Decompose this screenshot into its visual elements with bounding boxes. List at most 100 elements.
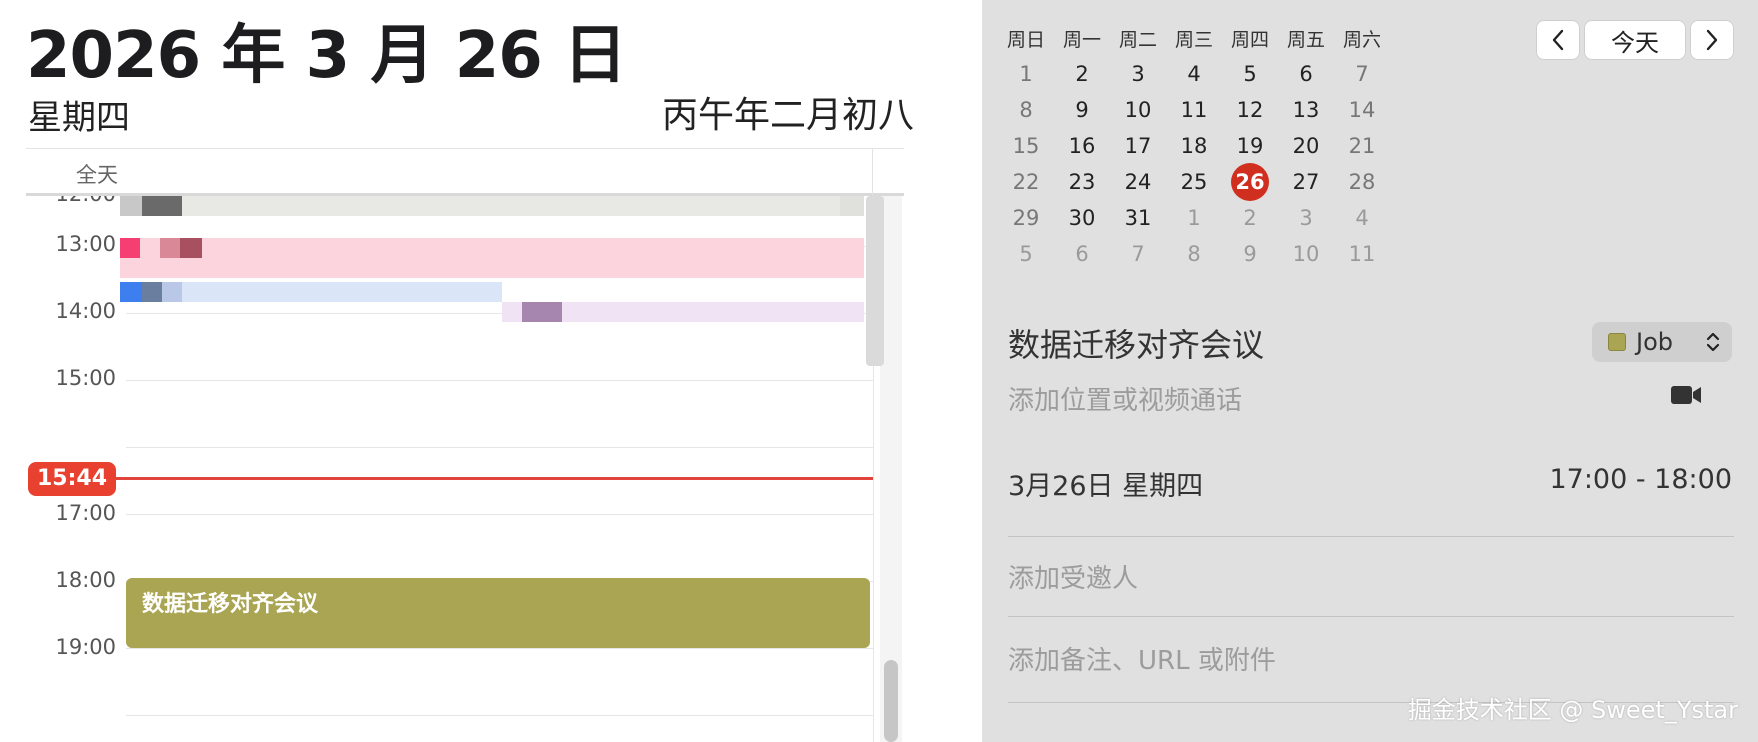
weekday-header: 周三 (1174, 28, 1213, 51)
day-number: 4 (1187, 62, 1201, 86)
mini-calendar-day[interactable]: 18 (1166, 134, 1222, 158)
weekday-header: 周一 (1062, 28, 1101, 51)
mini-calendar-today[interactable]: 26 (1222, 163, 1278, 201)
next-button[interactable] (1690, 20, 1734, 60)
day-number: 5 (1243, 62, 1257, 86)
mini-calendar-day[interactable]: 12 (1222, 98, 1278, 122)
mini-calendar-day[interactable]: 3 (1278, 206, 1334, 230)
redacted-event-pixel (120, 238, 140, 258)
mini-calendar-day[interactable]: 14 (1334, 98, 1390, 122)
mini-calendar-day[interactable]: 31 (1110, 206, 1166, 230)
today-button[interactable]: 今天 (1584, 20, 1686, 60)
hour-line (126, 648, 874, 649)
mini-calendar-day[interactable]: 10 (1278, 242, 1334, 266)
day-number: 26 (1231, 163, 1269, 201)
mini-calendar-day[interactable]: 5 (998, 242, 1054, 266)
previous-button[interactable] (1536, 20, 1580, 60)
day-number: 8 (1019, 98, 1033, 122)
calendar-name: Job (1636, 328, 1673, 356)
timeline[interactable]: 12:00 13:00 14:00 15:00 17:00 18:00 19:0… (0, 196, 900, 742)
mini-calendar: 周日 周一 周二 周三 周四 周五 周六 1 2 3 4 5 6 7 8 9 10 11 12 13 14… (998, 20, 1390, 272)
all-day-label: 全天 (76, 163, 118, 187)
mini-calendar-day[interactable]: 4 (1166, 62, 1222, 86)
mini-calendar-day[interactable]: 6 (1054, 242, 1110, 266)
day-number: 6 (1299, 62, 1313, 86)
redacted-event-pixel (142, 196, 182, 216)
hour-label: 13:00 (55, 232, 116, 256)
mini-calendar-day[interactable]: 15 (998, 134, 1054, 158)
mini-calendar-day[interactable]: 3 (1110, 62, 1166, 86)
invitees-field[interactable]: 添加受邀人 (1008, 558, 1138, 595)
divider (872, 149, 873, 195)
mini-calendar-week: 29 30 31 1 2 3 4 (998, 200, 1390, 236)
day-number: 2 (1075, 62, 1089, 86)
day-number: 10 (1124, 98, 1152, 122)
mini-calendar-day[interactable]: 11 (1166, 98, 1222, 122)
mini-calendar-day[interactable]: 2 (1222, 206, 1278, 230)
mini-calendar-day[interactable]: 10 (1110, 98, 1166, 122)
day-number: 16 (1068, 134, 1096, 158)
redacted-event-pixel (120, 196, 142, 216)
mini-calendar-day[interactable]: 8 (998, 98, 1054, 122)
redacted-event[interactable] (120, 238, 864, 278)
mini-calendar-day[interactable]: 20 (1278, 134, 1334, 158)
lunar-date: 丙午年二月初八 (661, 95, 914, 136)
hour-label: 14:00 (55, 299, 116, 323)
redacted-event-pixel (142, 282, 162, 302)
day-number: 25 (1180, 170, 1208, 194)
mini-calendar-day[interactable]: 4 (1334, 206, 1390, 230)
scrollbar-thumb[interactable] (866, 196, 884, 366)
day-number: 31 (1124, 206, 1152, 230)
inspector-panel: 周日 周一 周二 周三 周四 周五 周六 1 2 3 4 5 6 7 8 9 10 11 12 13 14… (982, 0, 1758, 742)
calendar-window: 2026 年 3 月 26 日 星期四 丙午年二月初八 全天 12:00 13:… (0, 0, 1758, 742)
weekday-header: 周六 (1342, 28, 1381, 51)
mini-calendar-day[interactable]: 29 (998, 206, 1054, 230)
mini-calendar-day[interactable]: 27 (1278, 170, 1334, 194)
day-number: 3 (1131, 62, 1145, 86)
event-date[interactable]: 3月26日 星期四 (1008, 464, 1203, 503)
notes-field[interactable]: 添加备注、URL 或附件 (1008, 640, 1276, 677)
scrollbar-thumb[interactable] (884, 660, 898, 742)
mini-calendar-day[interactable]: 8 (1166, 242, 1222, 266)
mini-calendar-day[interactable]: 22 (998, 170, 1054, 194)
mini-calendar-day[interactable]: 24 (1110, 170, 1166, 194)
weekday-header: 周五 (1286, 28, 1325, 51)
mini-calendar-day[interactable]: 5 (1222, 62, 1278, 86)
mini-calendar-day[interactable]: 19 (1222, 134, 1278, 158)
mini-calendar-day[interactable]: 7 (1334, 62, 1390, 86)
mini-calendar-day[interactable]: 25 (1166, 170, 1222, 194)
mini-calendar-day[interactable]: 9 (1054, 98, 1110, 122)
location-field[interactable]: 添加位置或视频通话 (1008, 380, 1242, 417)
mini-calendar-day[interactable]: 13 (1278, 98, 1334, 122)
mini-calendar-day[interactable]: 1 (1166, 206, 1222, 230)
event-time-range[interactable]: 17:00 - 18:00 (1549, 464, 1732, 495)
mini-calendar-day[interactable]: 28 (1334, 170, 1390, 194)
day-number: 13 (1292, 98, 1320, 122)
day-number: 11 (1348, 242, 1376, 266)
event-title-field[interactable]: 数据迁移对齐会议 (1008, 320, 1264, 366)
mini-calendar-day[interactable]: 16 (1054, 134, 1110, 158)
hour-line (126, 447, 874, 448)
date-title: 2026 年 3 月 26 日 (26, 19, 627, 93)
weekday-header-row: 周日 周一 周二 周三 周四 周五 周六 (998, 20, 1390, 56)
all-day-row[interactable]: 全天 (26, 148, 904, 196)
mini-calendar-day[interactable]: 1 (998, 62, 1054, 86)
mini-calendar-day[interactable]: 21 (1334, 134, 1390, 158)
calendar-select[interactable]: Job (1592, 322, 1732, 362)
day-number: 12 (1236, 98, 1264, 122)
video-camera-icon[interactable] (1670, 384, 1702, 406)
mini-calendar-day[interactable]: 11 (1334, 242, 1390, 266)
mini-calendar-day[interactable]: 30 (1054, 206, 1110, 230)
mini-calendar-day[interactable]: 6 (1278, 62, 1334, 86)
weekday-label: 星期四 (28, 98, 130, 138)
mini-calendar-day[interactable]: 9 (1222, 242, 1278, 266)
event-block[interactable]: 数据迁移对齐会议 (126, 578, 870, 648)
mini-calendar-week: 1 2 3 4 5 6 7 (998, 56, 1390, 92)
mini-calendar-day[interactable]: 2 (1054, 62, 1110, 86)
redacted-event[interactable] (120, 196, 840, 216)
mini-calendar-day[interactable]: 7 (1110, 242, 1166, 266)
day-number: 5 (1019, 242, 1033, 266)
divider (1008, 536, 1734, 537)
mini-calendar-day[interactable]: 23 (1054, 170, 1110, 194)
mini-calendar-day[interactable]: 17 (1110, 134, 1166, 158)
